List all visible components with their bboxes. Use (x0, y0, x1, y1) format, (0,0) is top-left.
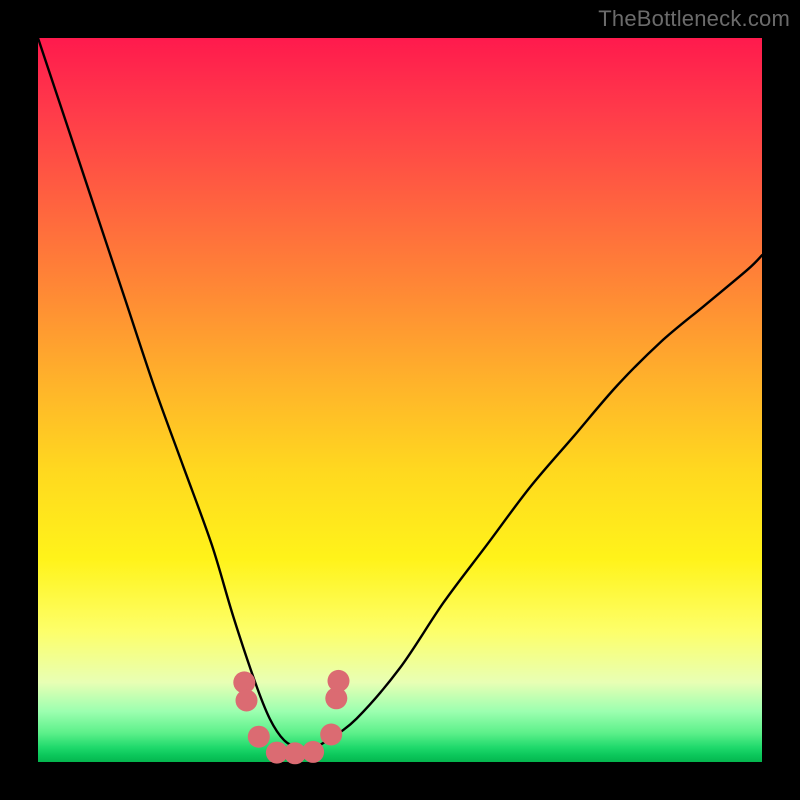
chart-frame: TheBottleneck.com (0, 0, 800, 800)
highlight-dots (233, 670, 349, 764)
watermark-text: TheBottleneck.com (598, 6, 790, 32)
chart-svg (38, 38, 762, 762)
plot-area (38, 38, 762, 762)
highlight-dot (248, 726, 270, 748)
bottleneck-curve (38, 38, 762, 748)
highlight-dot (320, 724, 342, 746)
highlight-dot (328, 670, 350, 692)
highlight-dot (302, 741, 324, 763)
highlight-dot (236, 690, 258, 712)
